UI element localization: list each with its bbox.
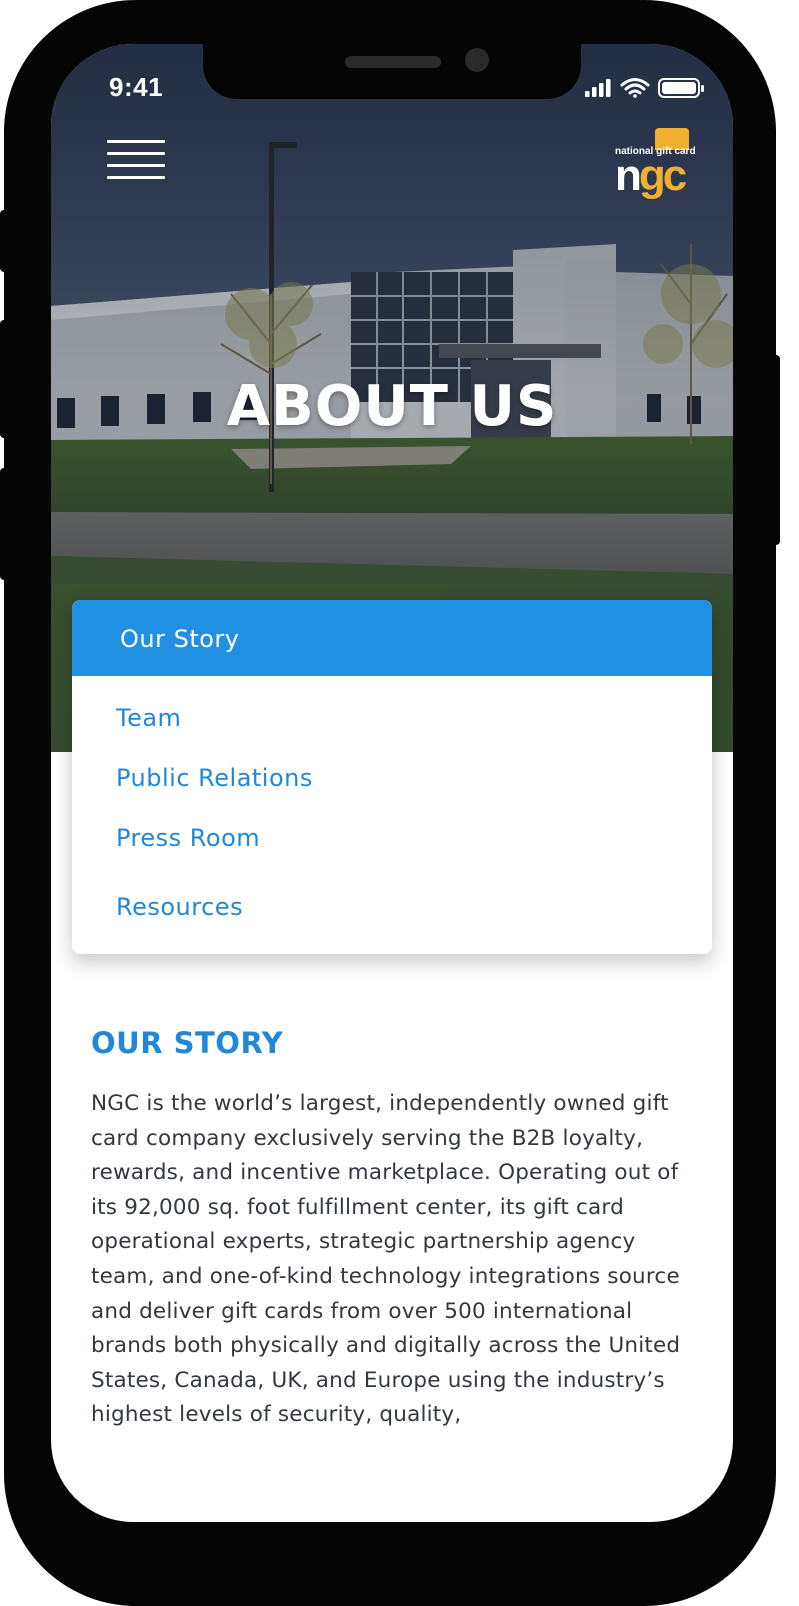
section-heading: OUR STORY — [91, 1026, 284, 1060]
screen: ABOUT US 9:41 national gift card ngc Our… — [51, 44, 733, 1522]
status-icons — [585, 78, 704, 98]
page-title: ABOUT US — [226, 374, 558, 439]
status-time: 9:41 — [109, 72, 164, 102]
hamburger-menu-icon[interactable] — [107, 138, 167, 182]
cellular-signal-icon — [585, 79, 611, 97]
dropdown-selected-our-story[interactable]: Our Story — [72, 600, 712, 676]
dropdown-item-resources[interactable]: Resources — [72, 862, 712, 936]
status-bar: 9:41 — [51, 44, 733, 134]
ngc-logo[interactable]: national gift card ngc — [611, 128, 703, 202]
dropdown-item-press-room[interactable]: Press Room — [72, 802, 712, 862]
dropdown-item-public-relations[interactable]: Public Relations — [72, 742, 712, 802]
battery-icon — [658, 78, 704, 98]
story-paragraph: NGC is the world’s largest, independentl… — [91, 1091, 681, 1428]
section-dropdown: Our Story Team Public Relations Press Ro… — [72, 600, 712, 954]
wifi-icon — [620, 78, 650, 98]
logo-wordmark: ngc — [615, 151, 687, 200]
dropdown-list: Team Public Relations Press Room Resourc… — [72, 676, 712, 954]
phone-frame: ABOUT US 9:41 national gift card ngc Our… — [0, 0, 780, 1606]
dropdown-item-team[interactable]: Team — [72, 682, 712, 742]
